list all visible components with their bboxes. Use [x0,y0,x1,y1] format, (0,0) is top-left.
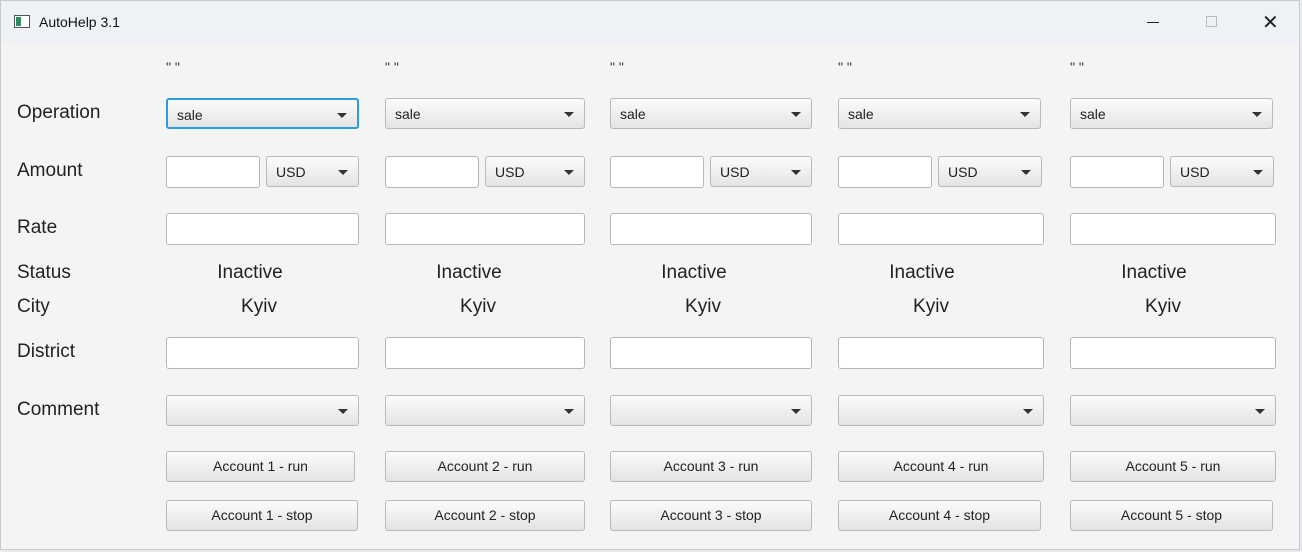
status-value: Inactive [661,262,727,283]
rate-input[interactable] [166,213,359,245]
chevron-down-icon [1020,112,1030,117]
window-title: AutoHelp 3.1 [39,14,120,30]
account-3-stop-button[interactable]: Account 3 - stop [610,500,812,531]
chevron-down-icon [564,409,574,414]
currency-combo[interactable]: USD [266,156,359,187]
currency-combo[interactable]: USD [710,156,812,187]
account-4-run-button[interactable]: Account 4 - run [838,451,1044,482]
rate-input[interactable] [610,213,812,245]
chevron-down-icon [1253,170,1263,175]
operation-value: sale [848,106,874,122]
chevron-down-icon [1252,112,1262,117]
operation-combo[interactable]: sale [385,98,585,129]
comment-combo[interactable] [610,395,812,426]
account-header: " " [166,59,180,75]
currency-combo[interactable]: USD [485,156,585,187]
chevron-down-icon [338,170,348,175]
amount-input[interactable] [1070,156,1164,188]
close-button[interactable]: ✕ [1254,9,1288,35]
amount-input[interactable] [385,156,479,188]
operation-value: sale [395,106,421,122]
chevron-down-icon [791,409,801,414]
minimize-button[interactable] [1137,9,1171,35]
status-value: Inactive [889,262,955,283]
amount-input[interactable] [838,156,932,188]
account-4-stop-button[interactable]: Account 4 - stop [838,500,1041,531]
comment-combo[interactable] [166,395,359,426]
chevron-down-icon [564,112,574,117]
district-input[interactable] [385,337,585,369]
rate-input[interactable] [838,213,1044,245]
maximize-button[interactable] [1195,9,1229,35]
account-1-run-button[interactable]: Account 1 - run [166,451,355,482]
city-label: City [17,296,50,317]
comment-combo[interactable] [838,395,1044,426]
chevron-down-icon [337,113,347,118]
account-5-stop-button[interactable]: Account 5 - stop [1070,500,1273,531]
operation-combo[interactable]: sale [1070,98,1273,129]
operation-combo[interactable]: sale [166,98,359,129]
amount-label: Amount [17,160,83,181]
close-icon: ✕ [1262,10,1279,34]
chevron-down-icon [791,112,801,117]
city-value: Kyiv [460,296,496,317]
maximize-icon [1206,16,1217,27]
app-icon [14,15,30,28]
minimize-icon [1147,22,1159,23]
account-2-stop-button[interactable]: Account 2 - stop [385,500,585,531]
account-header: " " [385,59,399,75]
comment-combo[interactable] [385,395,585,426]
chevron-down-icon [564,170,574,175]
chevron-down-icon [1023,409,1033,414]
operation-label: Operation [17,102,101,123]
account-1-stop-button[interactable]: Account 1 - stop [166,500,358,531]
operation-combo[interactable]: sale [610,98,812,129]
rate-label: Rate [17,217,58,238]
operation-value: sale [1080,106,1106,122]
status-value: Inactive [217,262,283,283]
city-value: Kyiv [1145,296,1181,317]
status-label: Status [17,262,71,283]
operation-combo[interactable]: sale [838,98,1041,129]
district-label: District [17,341,76,362]
account-header: " " [838,59,852,75]
city-value: Kyiv [685,296,721,317]
status-value: Inactive [1121,262,1187,283]
account-2-run-button[interactable]: Account 2 - run [385,451,585,482]
chevron-down-icon [1021,170,1031,175]
rate-input[interactable] [385,213,585,245]
amount-input[interactable] [166,156,260,188]
currency-value: USD [720,164,750,180]
currency-value: USD [1180,164,1210,180]
currency-combo[interactable]: USD [938,156,1042,187]
operation-value: sale [620,106,646,122]
district-input[interactable] [1070,337,1276,369]
currency-value: USD [948,164,978,180]
district-input[interactable] [838,337,1044,369]
currency-value: USD [495,164,525,180]
district-input[interactable] [166,337,359,369]
account-3-run-button[interactable]: Account 3 - run [610,451,812,482]
account-5-run-button[interactable]: Account 5 - run [1070,451,1276,482]
chevron-down-icon [1255,409,1265,414]
amount-input[interactable] [610,156,704,188]
status-value: Inactive [436,262,502,283]
city-value: Kyiv [913,296,949,317]
chevron-down-icon [338,409,348,414]
account-header: " " [1070,59,1084,75]
operation-value: sale [177,107,203,123]
currency-value: USD [276,164,306,180]
account-header: " " [610,59,624,75]
city-value: Kyiv [241,296,277,317]
comment-combo[interactable] [1070,395,1276,426]
rate-input[interactable] [1070,213,1276,245]
currency-combo[interactable]: USD [1170,156,1274,187]
comment-label: Comment [17,399,100,420]
app-window: AutoHelp 3.1 ✕ Operation Amount Rate Sta… [0,0,1300,550]
chevron-down-icon [791,170,801,175]
title-bar: AutoHelp 3.1 ✕ [1,1,1299,43]
district-input[interactable] [610,337,812,369]
